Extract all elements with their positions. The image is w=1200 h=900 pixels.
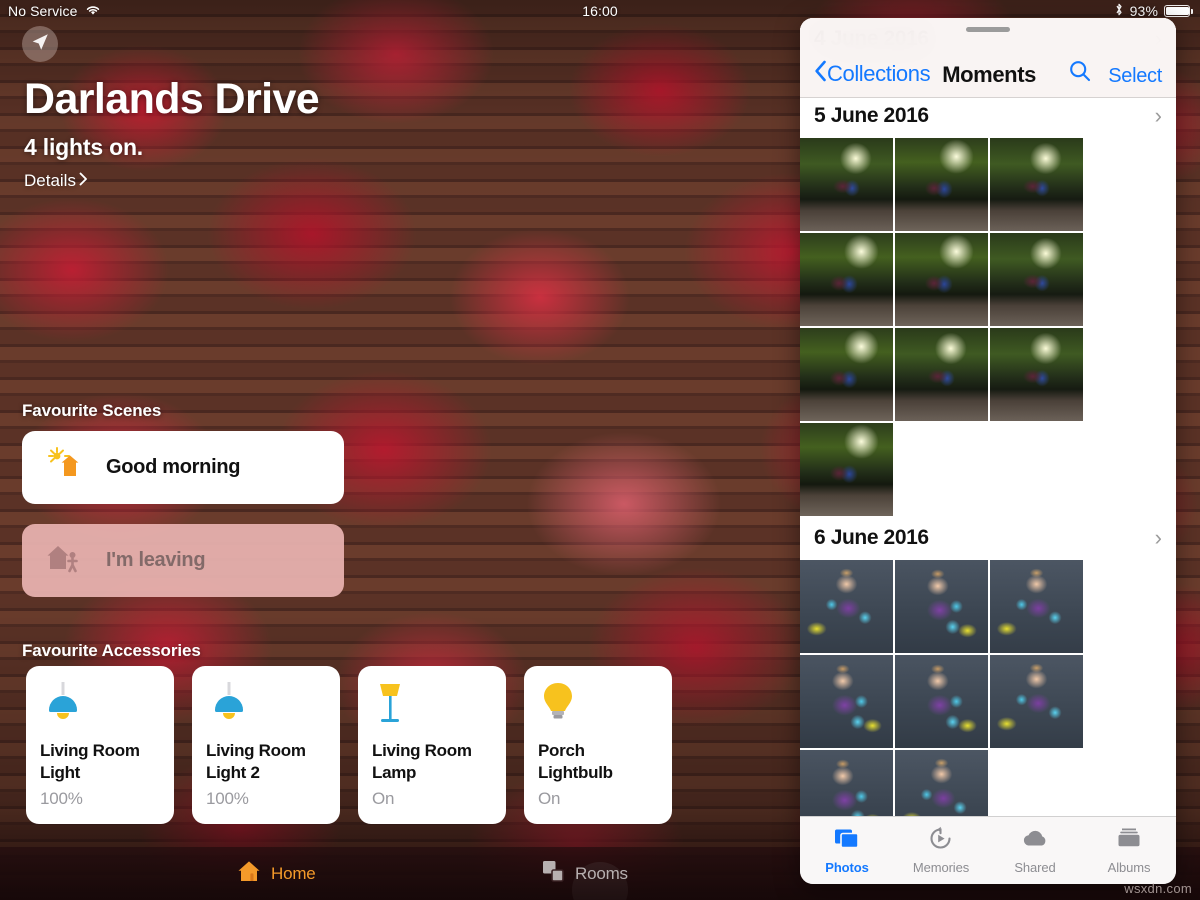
photo-thumbnail[interactable] bbox=[800, 655, 893, 748]
albums-icon bbox=[1115, 826, 1143, 857]
pendant-lamp-icon bbox=[40, 680, 160, 732]
photos-tab-shared[interactable]: Shared bbox=[988, 826, 1082, 875]
photo-thumbnail[interactable] bbox=[895, 750, 988, 816]
photos-tab-memories-label: Memories bbox=[913, 860, 969, 875]
floor-lamp-icon bbox=[372, 680, 492, 732]
rooms-icon bbox=[540, 858, 566, 889]
photo-thumbnail[interactable] bbox=[800, 560, 893, 653]
photo-thumbnail[interactable] bbox=[895, 328, 988, 421]
photo-grid-6-june-a bbox=[800, 560, 1176, 816]
status-time: 16:00 bbox=[0, 3, 1200, 19]
photo-thumbnail[interactable] bbox=[990, 233, 1083, 326]
home-header: Darlands Drive 4 lights on. Details bbox=[24, 78, 319, 191]
photo-thumbnail[interactable] bbox=[990, 560, 1083, 653]
photo-grid-5-june bbox=[800, 138, 1176, 516]
moment-header-6-june-a[interactable]: 6 June 2016 › bbox=[800, 516, 1176, 560]
pendant-lamp-icon bbox=[206, 680, 326, 732]
photo-thumbnail[interactable] bbox=[990, 138, 1083, 231]
accessory-state: 100% bbox=[206, 789, 326, 809]
chevron-right-icon: › bbox=[1155, 527, 1162, 549]
favourite-accessories-title: Favourite Accessories bbox=[22, 641, 201, 661]
photo-thumbnail[interactable] bbox=[990, 328, 1083, 421]
photo-thumbnail[interactable] bbox=[895, 655, 988, 748]
accessory-card-living-room-light[interactable]: Living Room Light 100% bbox=[26, 666, 174, 824]
location-arrow-button[interactable] bbox=[22, 26, 58, 62]
house-person-icon bbox=[44, 538, 84, 583]
memories-icon bbox=[927, 826, 955, 857]
scene-card-im-leaving[interactable]: I'm leaving bbox=[22, 524, 344, 597]
photo-thumbnail[interactable] bbox=[895, 560, 988, 653]
scene-label: I'm leaving bbox=[106, 549, 205, 572]
photos-slide-over-panel: 4 June 2016 › 5 June 2016 › 6 June 2016 … bbox=[800, 18, 1176, 884]
accessory-state: 100% bbox=[40, 789, 160, 809]
scene-label: Good morning bbox=[106, 456, 240, 479]
photos-select-button[interactable]: Select bbox=[1108, 65, 1162, 88]
photos-tab-photos[interactable]: Photos bbox=[800, 826, 894, 875]
moment-date: 5 June 2016 bbox=[814, 104, 929, 128]
photos-back-label: Collections bbox=[827, 61, 930, 87]
home-details-label: Details bbox=[24, 171, 76, 191]
moment-header-5-june[interactable]: 5 June 2016 › bbox=[800, 94, 1176, 138]
sun-house-icon bbox=[44, 445, 84, 490]
home-tab-home[interactable]: Home bbox=[236, 858, 316, 889]
battery-icon bbox=[1164, 5, 1190, 17]
scene-card-good-morning[interactable]: Good morning bbox=[22, 431, 344, 504]
photo-thumbnail[interactable] bbox=[800, 233, 893, 326]
photos-scroll-area[interactable]: 4 June 2016 › 5 June 2016 › 6 June 2016 … bbox=[800, 18, 1176, 816]
accessory-name: Living Room Light 2 bbox=[206, 740, 326, 784]
photos-tab-bar: Photos Memories Shared bbox=[800, 816, 1176, 884]
cloud-icon bbox=[1020, 826, 1050, 857]
home-tab-rooms[interactable]: Rooms bbox=[540, 858, 628, 889]
photo-thumbnail[interactable] bbox=[895, 138, 988, 231]
photo-thumbnail[interactable] bbox=[800, 328, 893, 421]
home-details-link[interactable]: Details bbox=[24, 171, 319, 191]
photos-tab-albums-label: Albums bbox=[1108, 860, 1151, 875]
photos-stack-icon bbox=[833, 826, 861, 857]
chevron-right-icon: › bbox=[1155, 105, 1162, 127]
favourite-scenes-title: Favourite Scenes bbox=[22, 401, 161, 421]
photos-tab-albums[interactable]: Albums bbox=[1082, 826, 1176, 875]
photos-tab-photos-label: Photos bbox=[825, 860, 868, 875]
photo-thumbnail[interactable] bbox=[990, 655, 1083, 748]
panel-grabber-handle[interactable] bbox=[800, 18, 1176, 40]
accessory-name: Living Room Lamp bbox=[372, 740, 492, 784]
photo-thumbnail[interactable] bbox=[895, 233, 988, 326]
home-status-summary: 4 lights on. bbox=[24, 134, 319, 161]
photo-thumbnail[interactable] bbox=[800, 423, 893, 516]
accessory-card-living-room-light-2[interactable]: Living Room Light 2 100% bbox=[192, 666, 340, 824]
accessory-card-porch-lightbulb[interactable]: Porch Lightbulb On bbox=[524, 666, 672, 824]
watermark: wsxdn.com bbox=[1124, 881, 1192, 896]
accessory-state: On bbox=[538, 789, 658, 809]
location-arrow-icon bbox=[29, 31, 51, 58]
chevron-left-icon bbox=[814, 60, 827, 88]
photos-back-button[interactable]: Collections bbox=[814, 60, 930, 88]
house-icon bbox=[236, 858, 262, 889]
photos-nav-title: Moments bbox=[942, 62, 1036, 88]
home-title: Darlands Drive bbox=[24, 78, 319, 121]
photo-thumbnail[interactable] bbox=[800, 750, 893, 816]
photos-tab-memories[interactable]: Memories bbox=[894, 826, 988, 875]
moment-date: 6 June 2016 bbox=[814, 526, 929, 550]
lightbulb-icon bbox=[538, 680, 658, 732]
home-tab-rooms-label: Rooms bbox=[575, 864, 628, 884]
search-icon bbox=[1068, 59, 1092, 88]
chevron-right-icon bbox=[79, 171, 88, 191]
photos-search-button[interactable] bbox=[1068, 59, 1092, 88]
accessory-state: On bbox=[372, 789, 492, 809]
home-tab-home-label: Home bbox=[271, 864, 316, 884]
accessory-card-living-room-lamp[interactable]: Living Room Lamp On bbox=[358, 666, 506, 824]
accessory-name: Porch Lightbulb bbox=[538, 740, 658, 784]
photo-thumbnail[interactable] bbox=[800, 138, 893, 231]
accessory-name: Living Room Light bbox=[40, 740, 160, 784]
photos-tab-shared-label: Shared bbox=[1014, 860, 1055, 875]
